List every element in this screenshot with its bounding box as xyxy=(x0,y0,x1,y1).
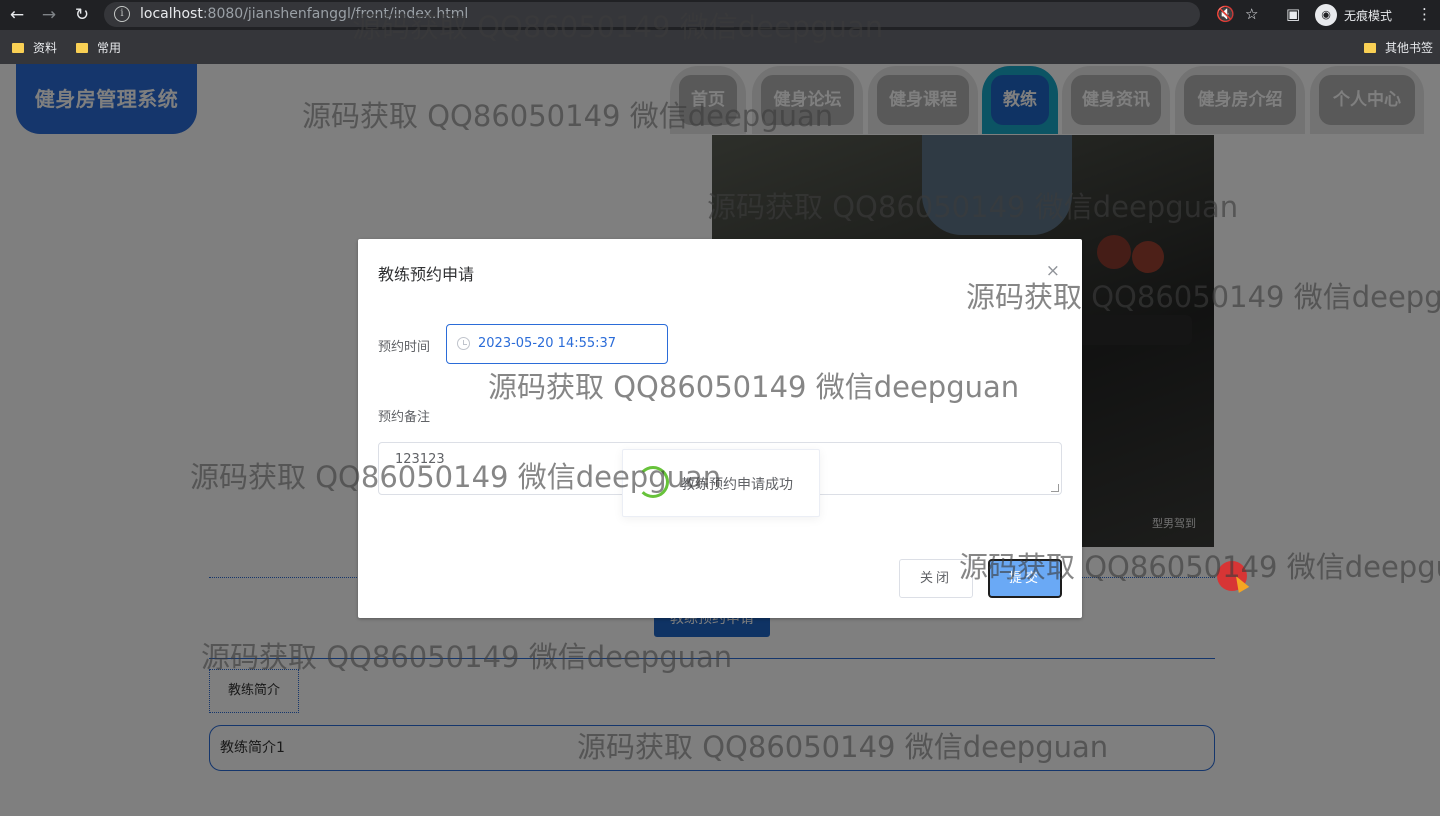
booking-time-picker[interactable]: 2023-05-20 14:55:37 xyxy=(446,324,668,364)
back-icon[interactable]: ← xyxy=(6,4,28,26)
url-text: localhost:8080/jianshenfanggl/front/inde… xyxy=(140,6,469,22)
booking-time-value: 2023-05-20 14:55:37 xyxy=(478,336,617,351)
nav-tab-courses[interactable]: 健身课程 xyxy=(868,66,978,134)
nav-tab-label: 教练 xyxy=(991,75,1049,125)
site-permission-icon[interactable]: 🔇 xyxy=(1216,5,1235,23)
booking-remark-value: 123123 xyxy=(395,452,445,467)
nav-tab-forum[interactable]: 健身论坛 xyxy=(752,66,863,134)
nav-tab-label: 首页 xyxy=(679,75,737,125)
app-logo[interactable]: 健身房管理系统 xyxy=(16,64,197,134)
success-toast: 教练预约申请成功 xyxy=(622,449,820,517)
menu-kebab-icon[interactable]: ⋮ xyxy=(1417,5,1432,23)
booking-dialog: 教练预约申请 × 预约时间 2023-05-20 14:55:37 预约备注 1… xyxy=(358,239,1082,618)
nav-tab-news[interactable]: 健身资讯 xyxy=(1062,66,1170,134)
side-panel-icon[interactable]: ▣ xyxy=(1286,5,1300,23)
address-bar[interactable]: i localhost:8080/jianshenfanggl/front/in… xyxy=(104,2,1200,27)
nav-tab-label: 健身房介绍 xyxy=(1184,75,1296,125)
forward-icon[interactable]: → xyxy=(38,4,60,26)
folder-icon xyxy=(76,43,88,53)
nav-tab-label: 健身资讯 xyxy=(1071,75,1161,125)
booking-time-label: 预约时间 xyxy=(378,340,431,355)
close-button[interactable]: 关闭 xyxy=(899,559,973,598)
folder-icon xyxy=(1364,43,1376,53)
booking-remark-label: 预约备注 xyxy=(378,410,431,425)
dialog-title: 教练预约申请 xyxy=(378,265,475,284)
nav-tab-profile[interactable]: 个人中心 xyxy=(1310,66,1424,134)
reload-icon[interactable]: ↻ xyxy=(71,4,93,26)
nav-tab-home[interactable]: 首页 xyxy=(670,66,746,134)
nav-tab-gym-intro[interactable]: 健身房介绍 xyxy=(1175,66,1305,134)
bookmarks-bar: 资料 常用 其他书签 xyxy=(0,30,1440,64)
clock-icon xyxy=(457,337,470,350)
nav-tab-label: 健身论坛 xyxy=(761,75,854,125)
incognito-indicator[interactable]: ◉ 无痕模式 xyxy=(1312,3,1404,26)
folder-icon xyxy=(12,43,24,53)
resize-handle[interactable] xyxy=(1051,484,1059,492)
nav-tab-label: 个人中心 xyxy=(1319,75,1415,125)
nav-tab-coach[interactable]: 教练 xyxy=(982,66,1058,134)
bookmark-folder-ziliao[interactable]: 资料 xyxy=(12,39,57,56)
incognito-label: 无痕模式 xyxy=(1344,9,1393,23)
nav-tab-label: 健身课程 xyxy=(877,75,969,125)
submit-button[interactable]: 提交 xyxy=(988,559,1062,598)
bookmark-star-icon[interactable]: ☆ xyxy=(1245,5,1258,23)
bookmark-folder-other[interactable]: 其他书签 xyxy=(1364,39,1433,56)
loading-success-icon xyxy=(637,466,669,498)
incognito-icon: ◉ xyxy=(1315,4,1337,26)
bookmark-folder-changyong[interactable]: 常用 xyxy=(76,39,121,56)
browser-toolbar: ← → ↻ i localhost:8080/jianshenfanggl/fr… xyxy=(0,0,1440,30)
close-icon[interactable]: × xyxy=(1046,261,1060,281)
site-info-icon[interactable]: i xyxy=(114,6,130,22)
toast-message: 教练预约申请成功 xyxy=(681,477,793,493)
